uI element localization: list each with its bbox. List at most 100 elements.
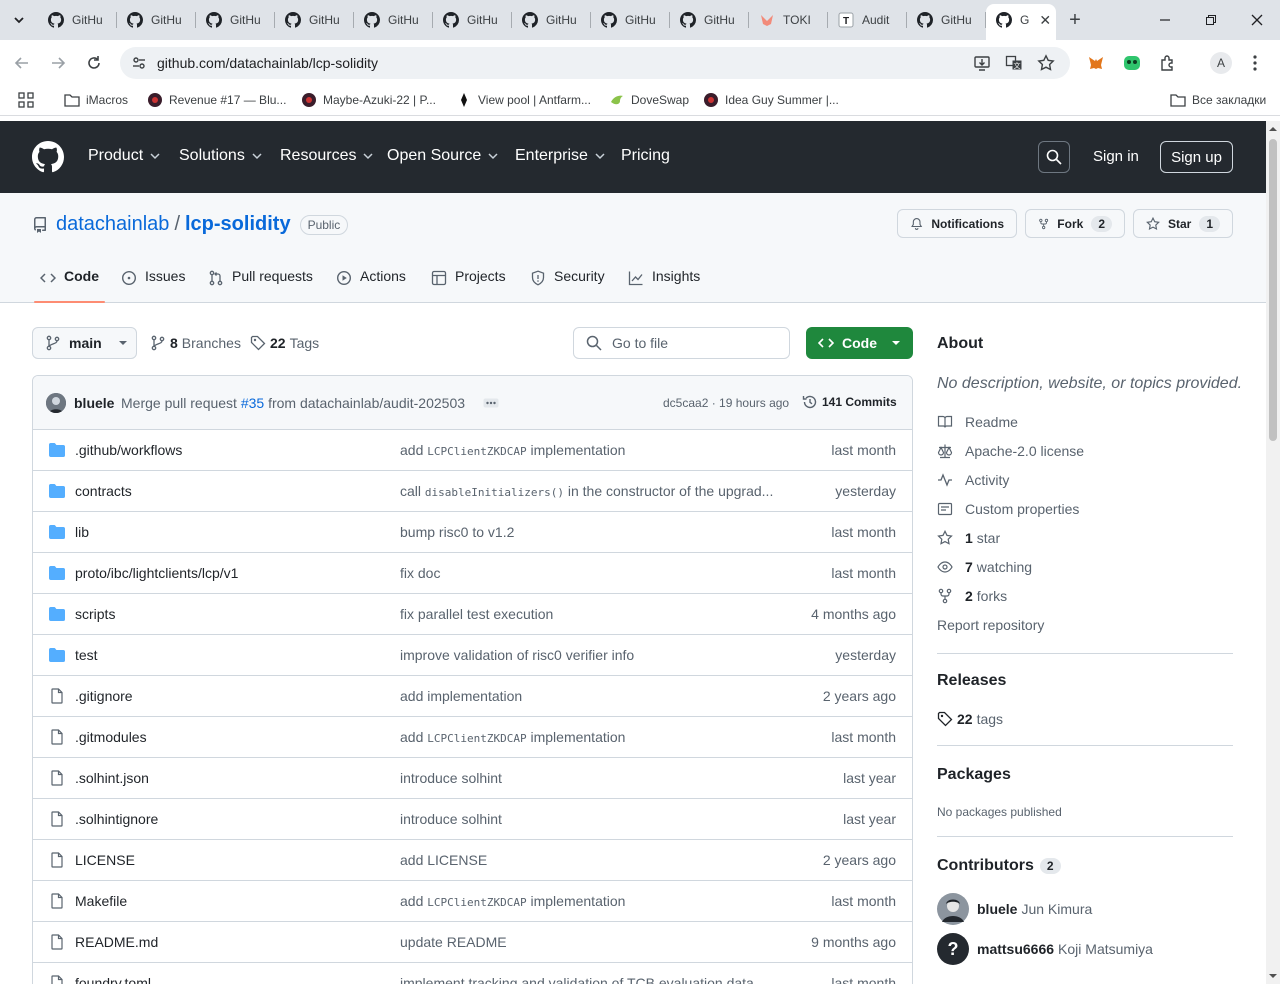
file-name-link[interactable]: test (75, 647, 98, 663)
code-dropdown-button[interactable]: Code (806, 327, 913, 359)
file-name-link[interactable]: .solhintignore (75, 811, 158, 827)
browser-tab[interactable]: GitHu (275, 6, 354, 34)
file-name-link[interactable]: README.md (75, 934, 158, 950)
notifications-button[interactable]: Notifications (897, 209, 1017, 238)
table-row[interactable]: .solhint.json introduce solhint last year (33, 758, 912, 799)
commit-message[interactable]: Merge pull request #35 from datachainlab… (121, 395, 465, 411)
minimize-button[interactable] (1153, 8, 1177, 32)
contributors-heading[interactable]: Contributors 2 (937, 857, 1061, 875)
search-button[interactable] (1038, 141, 1070, 173)
about-item-book[interactable]: Readme (937, 414, 1018, 430)
browser-menu-icon[interactable] (1244, 52, 1266, 74)
browser-tab[interactable]: GitHu (38, 6, 117, 34)
table-row[interactable]: LICENSE add LICENSE 2 years ago (33, 840, 912, 881)
commit-ellipsis-button[interactable] (481, 394, 501, 412)
browser-tab[interactable]: GitHu (512, 6, 591, 34)
apps-grid-icon[interactable] (18, 92, 34, 108)
commit-message-link[interactable]: update README (400, 934, 780, 950)
table-row[interactable]: .github/workflows add LCPClientZKDCAP imp… (33, 430, 912, 471)
browser-tab[interactable]: GitHu (354, 6, 433, 34)
sign-in-link[interactable]: Sign in (1093, 148, 1139, 165)
bookmark-item[interactable]: View pool | Antfarm... (456, 92, 591, 108)
commit-hash-time[interactable]: dc5caa2 · 19 hours ago (663, 396, 789, 410)
file-name-link[interactable]: scripts (75, 606, 115, 622)
green-extension-icon[interactable] (1121, 52, 1143, 74)
pull-request-link[interactable]: #35 (241, 395, 264, 411)
releases-heading[interactable]: Releases (937, 672, 1006, 690)
commit-message-link[interactable]: improve validation of risc0 verifier inf… (400, 647, 780, 663)
file-name-link[interactable]: .github/workflows (75, 442, 182, 458)
fork-button[interactable]: Fork 2 (1025, 209, 1125, 238)
commit-message-link[interactable]: introduce solhint (400, 770, 780, 786)
about-item-star[interactable]: 1 star (937, 530, 1000, 546)
close-window-button[interactable] (1245, 8, 1269, 32)
table-row[interactable]: .gitignore add implementation 2 years ago (33, 676, 912, 717)
branches-link[interactable]: 8 Branches (150, 335, 241, 351)
url-text[interactable]: github.com/datachainlab/lcp-solidity (157, 55, 378, 71)
commit-message-link[interactable]: introduce solhint (400, 811, 780, 827)
tab-search-button[interactable] (8, 9, 30, 31)
github-logo-icon[interactable] (32, 141, 64, 173)
tab-code[interactable]: Code (34, 268, 105, 303)
file-name-link[interactable]: Makefile (75, 893, 127, 909)
bookmark-star-icon[interactable] (1036, 53, 1056, 73)
commit-message-link[interactable]: fix doc (400, 565, 780, 581)
avatar[interactable] (46, 393, 66, 413)
about-item-pulse[interactable]: Activity (937, 472, 1009, 488)
new-tab-button[interactable]: + (1064, 9, 1086, 31)
file-name-link[interactable]: contracts (75, 483, 132, 499)
site-info-button[interactable] (128, 52, 150, 74)
file-name-link[interactable]: .gitignore (75, 688, 133, 704)
nav-enterprise[interactable]: Enterprise (515, 147, 606, 165)
commit-message-link[interactable]: fix parallel test execution (400, 606, 780, 622)
commit-message-link[interactable]: bump risc0 to v1.2 (400, 524, 780, 540)
file-name-link[interactable]: lib (75, 524, 89, 540)
go-to-file-input[interactable]: Go to file (573, 327, 790, 359)
browser-tab[interactable]: T Audit (828, 6, 907, 34)
commit-message-link[interactable]: add implementation (400, 688, 780, 704)
tab-issues[interactable]: Issues (121, 268, 185, 302)
commit-author-link[interactable]: bluele (74, 395, 114, 411)
tab-projects[interactable]: Projects (431, 268, 506, 302)
star-button[interactable]: Star 1 (1133, 209, 1233, 238)
branch-selector[interactable]: main (32, 327, 137, 359)
table-row[interactable]: lib bump risc0 to v1.2 last month (33, 512, 912, 553)
forward-button[interactable] (46, 51, 70, 75)
tags-link[interactable]: 22 Tags (250, 335, 319, 351)
browser-tab[interactable]: GitHu (117, 6, 196, 34)
contributor-bluele[interactable]: bluele Jun Kimura (937, 893, 1092, 925)
repo-owner-link[interactable]: datachainlab (56, 213, 169, 236)
table-row[interactable]: test improve validation of risc0 verifier… (33, 635, 912, 676)
commit-message-link[interactable]: implement tracking and validation of TCB… (400, 975, 780, 984)
bookmark-item[interactable]: Maybe-Azuki-22 | P... (301, 92, 436, 108)
about-item-eye[interactable]: 7 watching (937, 559, 1032, 575)
browser-tab[interactable]: TOKI (749, 6, 828, 34)
commit-message-link[interactable]: add LCPClientZKDCAP implementation (400, 729, 780, 745)
profile-avatar[interactable]: A (1210, 52, 1232, 74)
file-name-link[interactable]: .gitmodules (75, 729, 147, 745)
table-row[interactable]: foundry.toml implement tracking and valid… (33, 963, 912, 984)
table-row[interactable]: Makefile add LCPClientZKDCAP implementati… (33, 881, 912, 922)
reload-button[interactable] (82, 51, 106, 75)
back-button[interactable] (10, 51, 34, 75)
nav-solutions[interactable]: Solutions (179, 147, 263, 165)
file-name-link[interactable]: proto/ibc/lightclients/lcp/v1 (75, 565, 238, 581)
nav-pricing[interactable]: Pricing (621, 147, 670, 165)
address-bar[interactable]: github.com/datachainlab/lcp-solidity 文 (120, 47, 1070, 79)
about-item-note[interactable]: Custom properties (937, 501, 1079, 517)
table-row[interactable]: scripts fix parallel test execution 4 mont… (33, 594, 912, 635)
bookmark-item[interactable]: DoveSwap (609, 92, 689, 108)
file-name-link[interactable]: foundry.toml (75, 975, 151, 984)
commit-message-link[interactable]: add LICENSE (400, 852, 780, 868)
report-repository-link[interactable]: Report repository (937, 617, 1044, 633)
nav-product[interactable]: Product (88, 147, 161, 165)
repo-name-link[interactable]: lcp-solidity (185, 213, 291, 236)
commits-link[interactable]: 141 Commits (802, 394, 897, 410)
browser-tab[interactable]: G ✕ (986, 4, 1056, 40)
browser-tab[interactable]: GitHu (433, 6, 512, 34)
nav-open-source[interactable]: Open Source (387, 147, 499, 165)
browser-tab[interactable]: GitHu (670, 6, 749, 34)
bookmark-item[interactable]: Revenue #17 — Blu... (147, 92, 286, 108)
table-row[interactable]: contracts call disableInitializers() in t… (33, 471, 912, 512)
extensions-puzzle-icon[interactable] (1157, 52, 1179, 74)
